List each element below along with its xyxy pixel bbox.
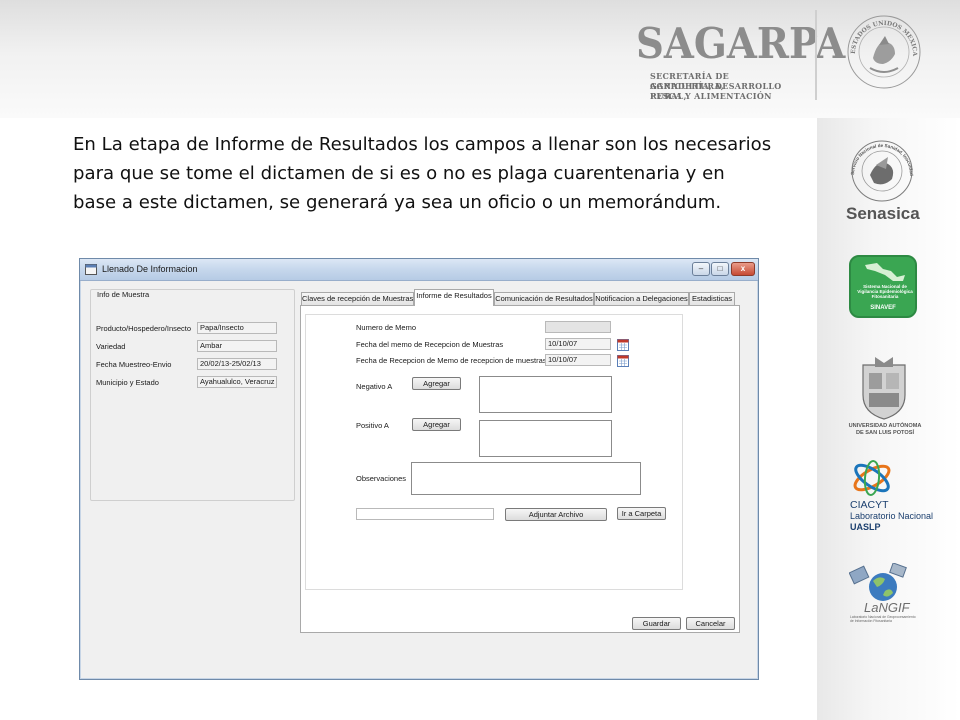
positivo-list[interactable] <box>479 420 612 457</box>
sinavef-logo: Sistema Nacional de Vigilancia Epidemiol… <box>849 255 917 318</box>
fecha-memo-label: Fecha del memo de Recepcion de Muestras <box>356 340 504 349</box>
ir-a-carpeta-button[interactable]: Ir a Carpeta <box>617 507 666 520</box>
positivo-label: Positivo A <box>356 421 389 430</box>
tab-claves-recepcion[interactable]: Claves de recepción de Muestras <box>301 292 414 305</box>
llenado-de-informacion-window: Llenado De Informacion – □ x Info de Mue… <box>79 258 759 680</box>
uaslp-crest-icon <box>862 357 906 420</box>
langif-globe-logo-icon <box>849 563 907 601</box>
uaslp-logo-line: DE SAN LUIS POTOSÍ <box>855 430 915 436</box>
minimize-button[interactable]: – <box>692 262 710 276</box>
close-button[interactable]: x <box>731 262 755 276</box>
negativo-label: Negativo A <box>356 382 393 391</box>
cancelar-button[interactable]: Cancelar <box>686 617 735 630</box>
producto-field[interactable]: Papa/Insecto <box>197 322 277 334</box>
window-titlebar[interactable]: Llenado De Informacion – □ x <box>80 259 758 281</box>
file-path-field[interactable] <box>356 508 494 520</box>
langif-logo-line: de Información Fitosanitaria <box>850 619 892 623</box>
municipio-field[interactable]: Ayahualulco, Veracruz de <box>197 376 277 388</box>
slide-body-text: En La etapa de Informe de Resultados los… <box>73 134 772 213</box>
window-title: Llenado De Informacion <box>102 264 198 274</box>
senasica-logo-text: Senasica <box>846 204 920 223</box>
ciacyt-logo-line: UASLP <box>850 522 881 532</box>
sagarpa-subtitle-line: PESCA Y ALIMENTACIÓN <box>650 91 772 101</box>
sinavef-line: Fitosanitaria <box>871 294 899 299</box>
agregar-negativo-button[interactable]: Agregar <box>412 377 461 390</box>
app-window-icon <box>85 264 97 275</box>
mexico-coat-of-arms-seal-icon: ESTADOS UNIDOS MEXICANOS <box>845 12 921 89</box>
tab-comunicacion-resultados[interactable]: Comunicación de Resultados <box>494 292 594 305</box>
fecha-recepcion-label: Fecha de Recepcion de Memo de recepcion … <box>356 356 547 365</box>
fecha-recepcion-field[interactable]: 10/10/07 <box>545 354 611 366</box>
numero-memo-label: Numero de Memo <box>356 323 417 332</box>
langif-logo-text: LaNGIF <box>864 600 910 615</box>
slide-header: SAGARPA SECRETARÍA DE AGRICULTURA, GANAD… <box>0 0 960 118</box>
tab-notificacion-delegaciones[interactable]: Notificacion a Delegaciones <box>594 292 689 305</box>
sinavef-logo-text: SINAVEF <box>870 305 896 311</box>
producto-label: Producto/Hospedero/Insecto <box>96 324 192 333</box>
mexico-map-icon <box>865 263 905 281</box>
observaciones-field[interactable] <box>411 462 641 495</box>
guardar-button[interactable]: Guardar <box>632 617 681 630</box>
calendar-icon[interactable] <box>617 339 629 351</box>
fecha-muestreo-field[interactable]: 20/02/13-25/02/13 <box>197 358 277 370</box>
agregar-positivo-button[interactable]: Agregar <box>412 418 461 431</box>
maximize-button[interactable]: □ <box>711 262 729 276</box>
variedad-label: Variedad <box>96 342 126 351</box>
info-muestra-legend: Info de Muestra <box>95 290 152 299</box>
observaciones-label: Observaciones <box>356 474 407 483</box>
adjuntar-archivo-button[interactable]: Adjuntar Archivo <box>505 508 607 521</box>
tab-informe-resultados[interactable]: Informe de Resultados <box>414 289 494 306</box>
fecha-memo-field[interactable]: 10/10/07 <box>545 338 611 350</box>
sagarpa-logo-title: SAGARPA <box>636 19 846 68</box>
municipio-label: Municipio y Estado <box>96 378 159 387</box>
tab-estadisticas[interactable]: Estadisticas <box>689 292 735 305</box>
uaslp-logo-line: UNIVERSIDAD AUTÓNOMA <box>848 423 922 429</box>
senasica-logo-icon: Servicio Nacional de Sanidad, Inocuidad … <box>842 135 914 202</box>
calendar-icon[interactable] <box>617 355 629 367</box>
ciacyt-atom-logo-icon <box>853 460 891 496</box>
numero-memo-field[interactable] <box>545 321 611 333</box>
fecha-muestreo-label: Fecha Muestreo-Envio <box>96 360 172 369</box>
ciacyt-logo-title: CIACYT <box>850 499 889 511</box>
header-divider <box>815 10 817 100</box>
info-muestra-group <box>90 289 295 501</box>
variedad-field[interactable]: Ambar <box>197 340 277 352</box>
ciacyt-logo-line: Laboratorio Nacional <box>850 511 934 521</box>
negativo-list[interactable] <box>479 376 612 413</box>
